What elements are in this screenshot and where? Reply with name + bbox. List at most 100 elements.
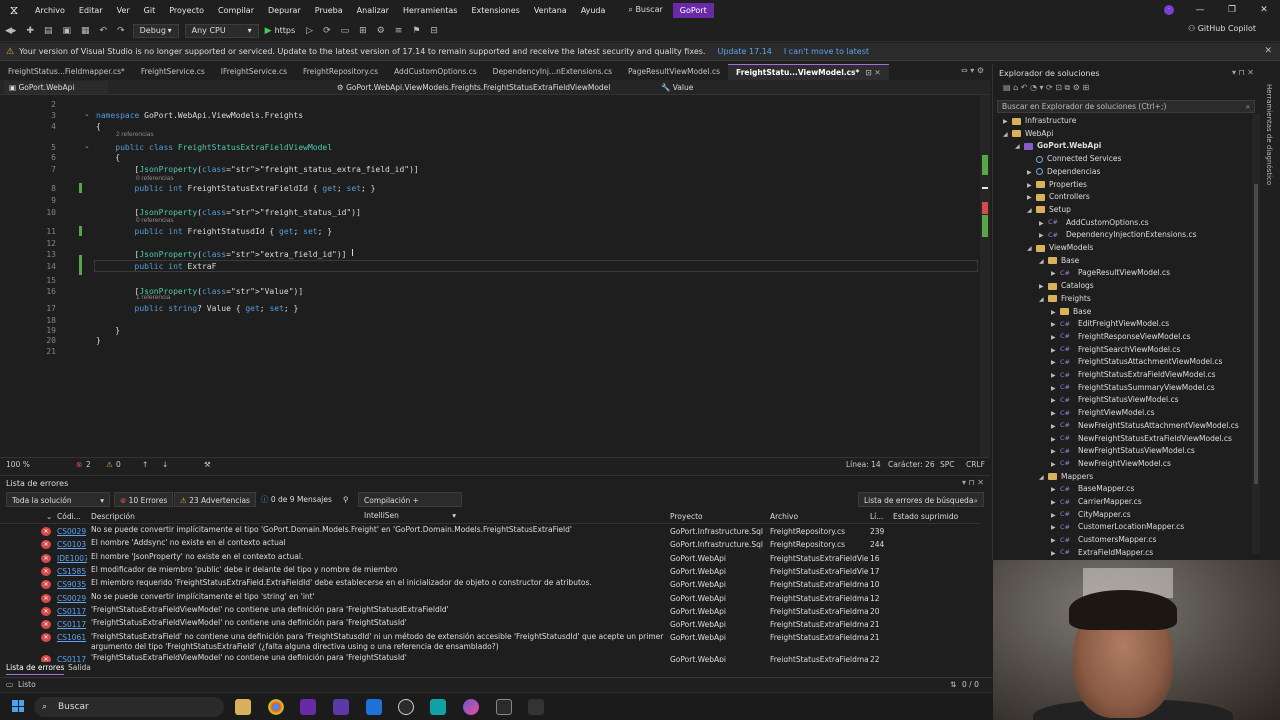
- menu-item-compilar[interactable]: Compilar: [211, 6, 261, 15]
- menu-item-extensiones[interactable]: Extensiones: [464, 6, 526, 15]
- tree-node[interactable]: ▶ C# CarrierMapper.cs: [1051, 495, 1142, 508]
- scope-select[interactable]: Toda la solución ▾: [6, 492, 110, 507]
- fold-icon[interactable]: ⌄: [84, 142, 90, 150]
- tree-node[interactable]: ▶ C# NewFreightViewModel.cs: [1051, 457, 1171, 470]
- collapse-arrow-icon[interactable]: ◢: [1039, 293, 1048, 306]
- run-target-label[interactable]: https: [275, 26, 296, 35]
- line-ending[interactable]: CRLF: [966, 460, 985, 469]
- run-without-debug-icon[interactable]: ▷: [301, 26, 318, 36]
- tree-node[interactable]: ◢ Base: [1039, 254, 1079, 267]
- code-line[interactable]: 6 {: [0, 152, 980, 163]
- status-position[interactable]: 0 / 0: [962, 680, 979, 689]
- tree-node[interactable]: ▶ C# NewFreightStatusViewModel.cs: [1051, 444, 1195, 457]
- filter-column-icon[interactable]: ⌄: [46, 511, 52, 523]
- format-icon[interactable]: ⊟: [425, 26, 443, 36]
- menu-item-editar[interactable]: Editar: [72, 6, 110, 15]
- error-code[interactable]: CS1585: [57, 565, 87, 578]
- account-avatar[interactable]: ·: [1164, 5, 1174, 15]
- tree-node[interactable]: ◢ Freights: [1039, 292, 1091, 305]
- tab-document[interactable]: FreightStatu...ViewModel.cs* ⊡ ✕: [728, 64, 889, 80]
- code-app-icon[interactable]: [496, 699, 512, 715]
- type-dropdown[interactable]: ⚙ GoPort.WebApi.ViewModels.Freights.Frei…: [332, 81, 652, 94]
- project-name-badge[interactable]: GoPort: [672, 2, 714, 18]
- undo-icon[interactable]: ↶: [95, 26, 113, 36]
- tree-node[interactable]: ▶ Infrastructure: [1003, 114, 1076, 127]
- bookmark-icon[interactable]: ⚑: [407, 26, 425, 36]
- tree-node[interactable]: ▶ C# FreightViewModel.cs: [1051, 406, 1155, 419]
- tree-node[interactable]: ▶ C# CustomersMapper.cs: [1051, 533, 1156, 546]
- error-code[interactable]: IDE1007: [57, 552, 87, 565]
- panel-controls-icon[interactable]: ▾ ⊓ ✕: [1232, 68, 1254, 77]
- error-code[interactable]: CS1061: [57, 631, 87, 644]
- code-editor[interactable]: 2 3 namespace GoPort.WebApi.ViewModels.Fre…: [0, 95, 990, 457]
- error-row[interactable]: ✕ CS0117 'FreightStatusExtraFieldViewModel…: [0, 618, 980, 631]
- arrow-up-icon[interactable]: ↑: [142, 460, 148, 469]
- settings-app-icon[interactable]: [528, 699, 544, 715]
- menu-item-git[interactable]: Git: [137, 6, 163, 15]
- error-row[interactable]: ✕ CS0103 El nombre 'Addsync' no existe en …: [0, 538, 980, 551]
- code-line[interactable]: 21: [0, 346, 980, 357]
- collapse-arrow-icon[interactable]: ◢: [1027, 204, 1036, 217]
- project-dropdown[interactable]: ▣ GoPort.WebApi: [4, 81, 108, 94]
- codelens-references[interactable]: 1 referencia: [136, 294, 170, 302]
- error-row[interactable]: ✕ CS0117 'FreightStatusExtraFieldViewModel…: [0, 605, 980, 618]
- diagnostics-tab[interactable]: Herramientas de diagnóstico: [1265, 84, 1273, 185]
- tree-node[interactable]: ◢ Mappers: [1039, 470, 1093, 483]
- menu-item-analizar[interactable]: Analizar: [350, 6, 396, 15]
- code-line[interactable]: 8 public int FreightStatusExtraFieldId {…: [0, 183, 980, 194]
- new-item-icon[interactable]: ✚: [21, 26, 39, 36]
- code-line[interactable]: 3 namespace GoPort.WebApi.ViewModels.Frei…: [0, 110, 980, 121]
- tree-node[interactable]: ▶ C# FreightStatusSummaryViewModel.cs: [1051, 381, 1215, 394]
- error-code[interactable]: CS0103: [57, 538, 87, 551]
- tree-node[interactable]: ▶ C# FreightStatusViewModel.cs: [1051, 393, 1178, 406]
- tree-node[interactable]: ◢ GoPort.WebApi: [1015, 139, 1101, 152]
- tree-node[interactable]: ▶ C# CityMapper.cs: [1051, 508, 1131, 521]
- errors-filter-button[interactable]: ⊗ 10 Errores: [114, 492, 174, 507]
- menu-item-depurar[interactable]: Depurar: [261, 6, 308, 15]
- tab-document[interactable]: FreightRepository.cs: [295, 64, 386, 80]
- code-line[interactable]: 20}: [0, 335, 980, 346]
- tree-node[interactable]: ▶ C# NewFreightStatusExtraFieldViewModel.c…: [1051, 432, 1232, 445]
- collapse-arrow-icon[interactable]: ◢: [1039, 255, 1048, 268]
- tab-document[interactable]: AddCustomOptions.cs: [386, 64, 485, 80]
- open-folder-icon[interactable]: ▤: [39, 26, 58, 36]
- filter-icon[interactable]: ⚲: [338, 492, 354, 507]
- column-header-project[interactable]: Proyecto: [670, 511, 703, 523]
- code-line[interactable]: 11 public int FreightStatusdId { get; se…: [0, 226, 980, 237]
- tree-node[interactable]: ▶ C# PageResultViewModel.cs: [1051, 266, 1170, 279]
- code-line[interactable]: 2: [0, 99, 980, 110]
- save-all-icon[interactable]: ▦: [76, 26, 95, 36]
- menu-item-prueba[interactable]: Prueba: [308, 6, 350, 15]
- column-header-suppressed[interactable]: Estado suprimido: [893, 511, 958, 523]
- error-code[interactable]: CS9035: [57, 578, 87, 591]
- github-copilot-button[interactable]: ⚇ GitHub Copilot: [1188, 24, 1256, 33]
- error-row[interactable]: ✕ CS1585 El modificador de miembro 'public…: [0, 565, 980, 578]
- code-line[interactable]: 15: [0, 275, 980, 286]
- tree-node[interactable]: ▶ Catalogs: [1039, 279, 1094, 292]
- error-code[interactable]: CS0117: [57, 605, 87, 618]
- code-line[interactable]: 17 public string? Value { get; set; }: [0, 303, 980, 314]
- windows-start-icon[interactable]: [12, 700, 24, 712]
- expand-arrow-icon[interactable]: ▶: [1051, 547, 1060, 560]
- column-header-line[interactable]: Lí...: [870, 511, 883, 523]
- code-line[interactable]: 13 [JsonProperty(class="str">"extra_fiel…: [0, 249, 980, 260]
- tree-node[interactable]: ▶ Base: [1051, 305, 1091, 318]
- menu-item-archivo[interactable]: Archivo: [28, 6, 72, 15]
- tree-node[interactable]: ▶ C# EditFreightViewModel.cs: [1051, 317, 1169, 330]
- update-link[interactable]: Update 17.14: [717, 47, 771, 56]
- layout-icon[interactable]: ⊞: [354, 26, 372, 36]
- search-menu[interactable]: ⌕ Buscar: [628, 5, 662, 15]
- codelens-references[interactable]: 2 referencias: [116, 131, 154, 139]
- tree-node[interactable]: ◢ ViewModels: [1027, 241, 1093, 254]
- error-row[interactable]: ✕ CS0029 No se puede convertir implícitame…: [0, 525, 980, 538]
- column-header-description[interactable]: Descripción: [91, 511, 135, 523]
- error-row[interactable]: ✕ CS9035 El miembro requerido 'FreightStat…: [0, 578, 980, 591]
- column-header-code[interactable]: Códi...: [57, 511, 81, 523]
- tab-document[interactable]: DependencyInj...nExtensions.cs: [485, 64, 620, 80]
- collapse-arrow-icon[interactable]: ◢: [1003, 128, 1012, 141]
- error-code[interactable]: CS0029: [57, 592, 87, 605]
- error-code[interactable]: CS0117: [57, 618, 87, 631]
- cant-update-link[interactable]: I can't move to latest: [784, 47, 869, 56]
- tree-node[interactable]: ▶ Controllers: [1027, 190, 1090, 203]
- close-window-button[interactable]: ✕: [1248, 0, 1280, 20]
